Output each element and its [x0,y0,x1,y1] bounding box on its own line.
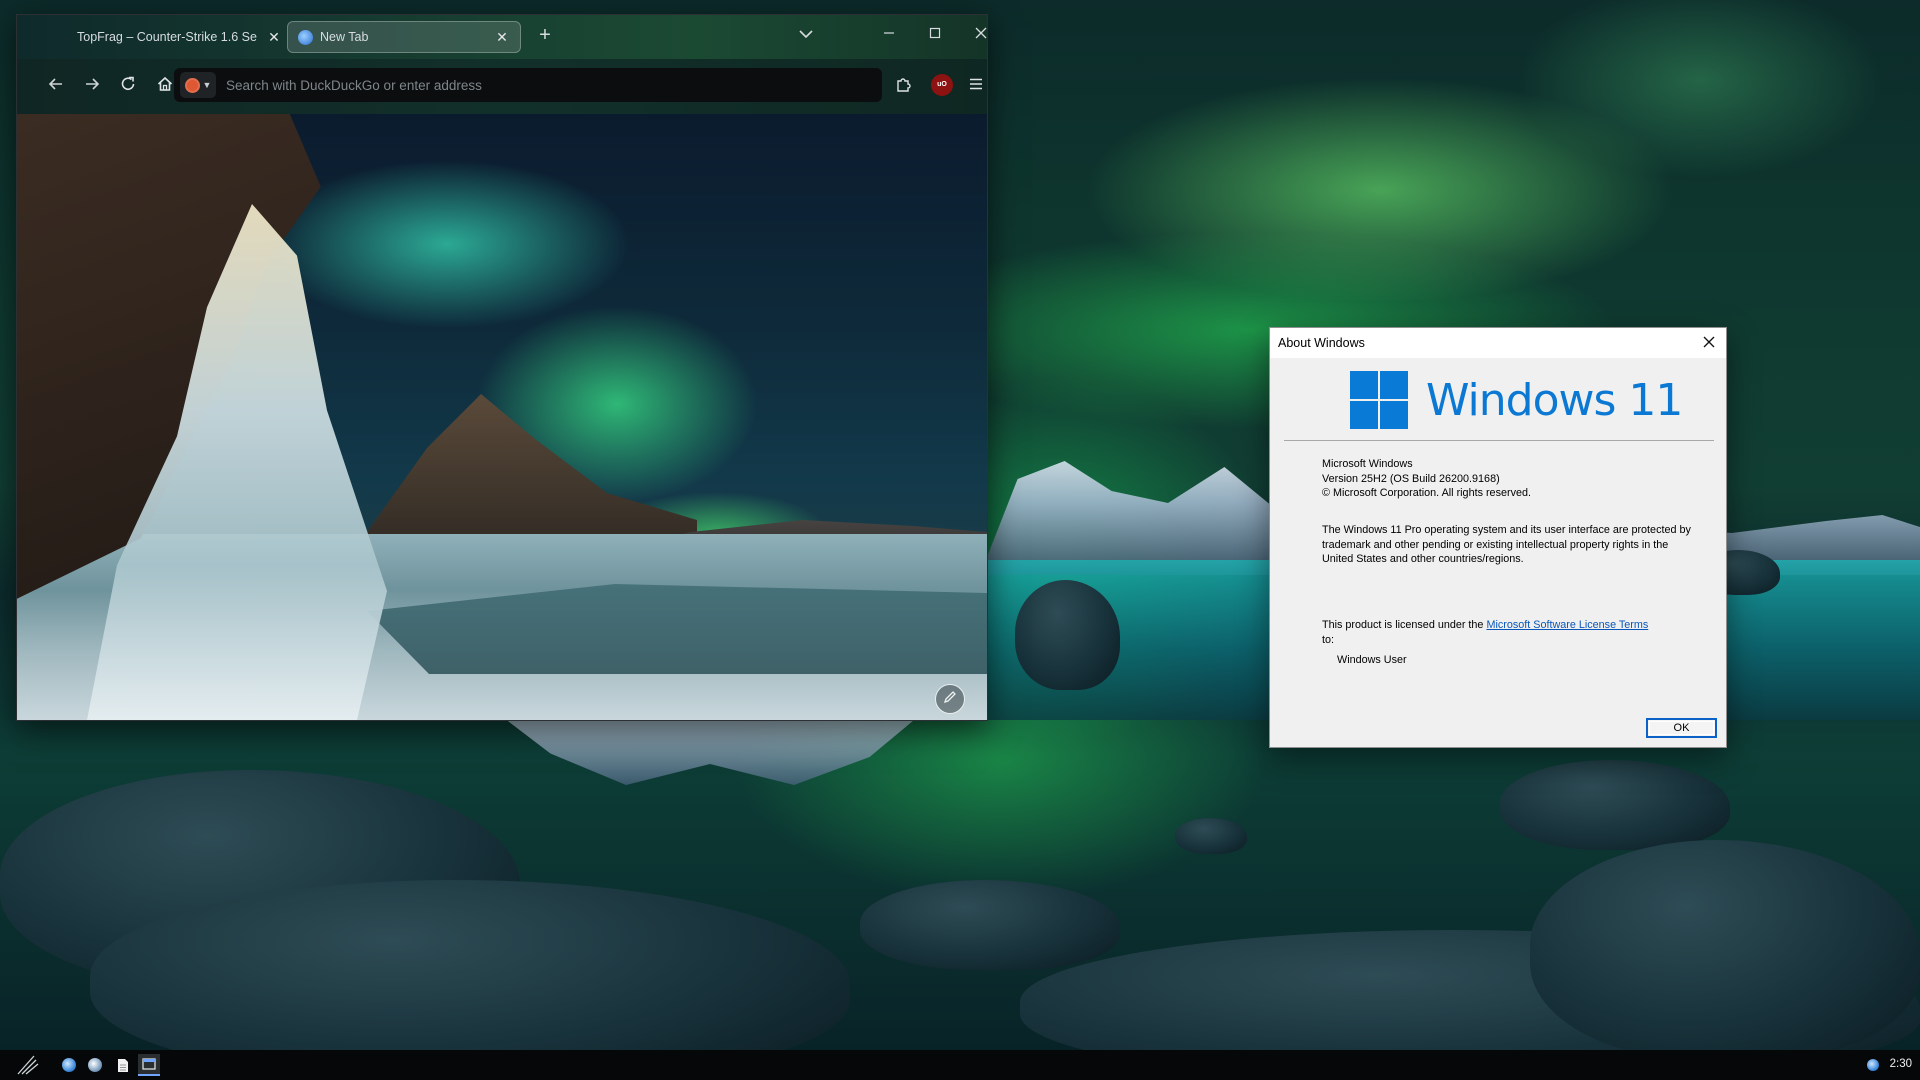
home-button[interactable] [154,75,176,97]
new-tab-button[interactable]: + [535,25,555,47]
system-clock[interactable]: 2:30 [1890,1058,1912,1070]
hamburger-icon [970,78,982,90]
firefox-favicon-icon [298,29,313,45]
close-dialog-button[interactable] [1698,332,1720,354]
tab-new-tab[interactable]: New Tab ✕ [287,21,521,53]
app-launcher-icon[interactable] [14,1054,42,1076]
wallpaper-rock [1530,840,1920,1060]
address-input[interactable] [226,77,882,93]
dialog-titlebar: About Windows [1270,328,1726,358]
app-menu-button[interactable] [965,75,987,97]
reload-icon [121,76,135,90]
file-icon[interactable] [112,1054,134,1076]
windows-wordmark: Windows 11 [1426,374,1683,426]
taskbar: 2:30 [0,1050,1920,1080]
close-icon [1703,336,1715,348]
tab-title: New Tab [320,30,369,44]
windows-logo-icon [1350,371,1408,429]
dialog-title: About Windows [1278,336,1365,350]
tab-title: TopFrag – Counter-Strike 1.6 Se [77,30,257,44]
steam-icon[interactable] [84,1054,106,1076]
license-text: This product is licensed under the Micro… [1322,618,1652,647]
arrow-right-icon [86,78,100,90]
wallpaper-rock [1015,580,1120,690]
close-window-button[interactable] [971,25,987,45]
minimize-button[interactable] [879,25,899,45]
copyright-text: © Microsoft Corporation. All rights rese… [1322,487,1531,499]
customize-newtab-button[interactable] [935,684,965,714]
back-button[interactable] [45,75,67,97]
arrow-left-icon [48,78,62,90]
chevron-down-icon: ▼ [202,80,212,90]
restore-button[interactable] [925,25,945,45]
duckduckgo-icon [184,77,200,93]
windows-11-logo: Windows 11 [1350,370,1683,430]
navigation-toolbar: ▼ uO [17,59,987,114]
version-info: Microsoft Windows Version 25H2 (OS Build… [1322,457,1531,501]
new-tab-background-image [17,114,987,720]
tab-topfrag[interactable]: TopFrag – Counter-Strike 1.6 Se ✕ [67,21,292,53]
extensions-button[interactable] [893,75,915,97]
ublock-origin-icon[interactable]: uO [931,74,953,96]
about-windows-dialog: About Windows Windows 11 Microsoft Windo… [1269,327,1727,748]
reload-button[interactable] [117,75,139,97]
search-engine-button[interactable]: ▼ [180,72,216,98]
tab-list-chevron-icon[interactable] [797,27,815,45]
license-suffix: to: [1322,633,1335,646]
wallpaper-rock [860,880,1120,970]
pencil-icon [943,691,956,704]
ok-button[interactable]: OK [1646,718,1717,738]
wallpaper-rock [1500,760,1730,850]
home-icon [157,76,173,91]
browser-window: TopFrag – Counter-Strike 1.6 Se ✕ New Ta… [16,14,988,721]
forward-button[interactable] [81,75,103,97]
steam-icon[interactable] [58,1054,80,1076]
divider [1284,440,1714,441]
tab-close-icon[interactable]: ✕ [266,29,282,46]
address-bar: ▼ [174,68,882,102]
tab-close-icon[interactable]: ✕ [494,29,510,46]
window-icon[interactable] [138,1054,160,1076]
product-name: Microsoft Windows [1322,458,1413,470]
licensed-user: Windows User [1337,654,1407,666]
wallpaper-rock [1175,818,1247,854]
tab-strip: TopFrag – Counter-Strike 1.6 Se ✕ New Ta… [17,15,987,59]
legal-text: The Windows 11 Pro operating system and … [1322,524,1691,565]
steam-tray-icon[interactable] [1864,1054,1882,1076]
wallpaper-reflection [500,715,920,785]
puzzle-icon [897,78,911,92]
license-terms-link[interactable]: Microsoft Software License Terms [1486,619,1648,631]
version-text: Version 25H2 (OS Build 26200.9168) [1322,472,1500,485]
license-prefix: This product is licensed under the [1322,619,1487,631]
